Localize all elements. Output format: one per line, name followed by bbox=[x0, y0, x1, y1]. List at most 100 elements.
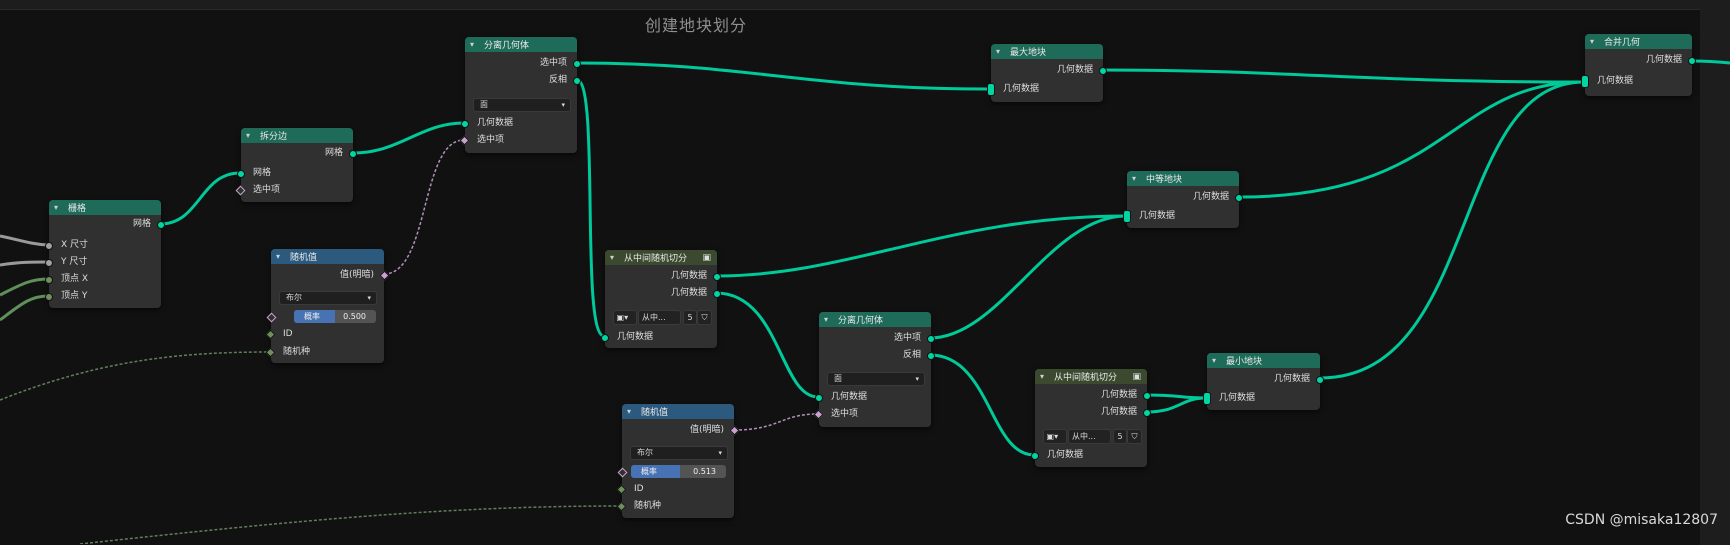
fake-user-shield-icon[interactable]: ⛉ bbox=[697, 310, 712, 325]
fake-user-shield-icon[interactable]: ⛉ bbox=[1127, 429, 1142, 444]
node-group-icon: ▣ bbox=[702, 252, 711, 263]
random-value-node-header[interactable]: ▾ 随机值 bbox=[622, 404, 734, 419]
output-socket[interactable] bbox=[573, 60, 581, 68]
output-socket[interactable] bbox=[713, 273, 721, 281]
separate-geometry-node-header[interactable]: ▾ 分离几何体 bbox=[819, 312, 931, 327]
chevron-down-icon: ▾ bbox=[367, 294, 371, 302]
input-socket[interactable] bbox=[45, 242, 53, 250]
separate-geometry-node[interactable]: ▾ 分离几何体 选中项 反相 面 ▾ 几何数据 选中项 bbox=[813, 312, 935, 427]
probability-slider[interactable]: 概率 0.513 bbox=[631, 465, 726, 478]
wire-grid-vx bbox=[0, 277, 49, 297]
wire-split2-out2-to-min bbox=[1145, 396, 1207, 414]
node-title: 拆分边 bbox=[260, 132, 288, 142]
input-socket[interactable] bbox=[461, 120, 469, 128]
join-geometry-node[interactable]: ▾ 合并几何 几何数据 几何数据 bbox=[1581, 34, 1696, 96]
socket-row-output: 几何数据 bbox=[1127, 190, 1243, 204]
output-socket[interactable] bbox=[1143, 392, 1151, 400]
wire-grid-x bbox=[0, 234, 49, 247]
node-group-selector[interactable]: ▣▾ 从中... 5 ⛉ bbox=[1043, 429, 1143, 444]
collapse-chevron-icon[interactable]: ▾ bbox=[627, 407, 637, 416]
grid-node[interactable]: ▾ 栅格 网格 X 尺寸 Y 尺寸 顶点 X 顶点 Y bbox=[45, 200, 165, 308]
input-socket[interactable] bbox=[45, 259, 53, 267]
node-group-browse-icon[interactable]: ▣▾ bbox=[613, 310, 637, 325]
output-socket[interactable] bbox=[349, 150, 357, 158]
input-socket[interactable] bbox=[987, 83, 995, 96]
split-edges-node[interactable]: ▾ 拆分边 网格 网格 选中项 bbox=[235, 128, 357, 202]
random-value-node-header[interactable]: ▾ 随机值 bbox=[271, 249, 384, 264]
split-mid-node-header[interactable]: ▾ 从中间随机切分 ▣ bbox=[605, 250, 717, 265]
node-group-selector[interactable]: ▣▾ 从中... 5 ⛉ bbox=[613, 310, 713, 325]
output-socket[interactable] bbox=[157, 221, 165, 229]
mid-block-group-node[interactable]: ▾ 中等地块 几何数据 几何数据 bbox=[1123, 171, 1243, 228]
output-socket[interactable] bbox=[1099, 67, 1107, 75]
domain-dropdown[interactable]: 面 ▾ bbox=[827, 372, 925, 386]
split-edges-node-header[interactable]: ▾ 拆分边 bbox=[241, 128, 353, 143]
input-socket[interactable] bbox=[1203, 392, 1211, 405]
data-type-dropdown[interactable]: 布尔 ▾ bbox=[630, 446, 728, 460]
socket-row-input: 几何数据 bbox=[815, 390, 931, 404]
collapse-chevron-icon[interactable]: ▾ bbox=[610, 253, 620, 262]
input-socket[interactable] bbox=[45, 276, 53, 284]
split-mid-node-header[interactable]: ▾ 从中间随机切分 ▣ bbox=[1035, 369, 1147, 384]
input-socket[interactable] bbox=[1031, 452, 1039, 460]
join-geometry-node-header[interactable]: ▾ 合并几何 bbox=[1585, 34, 1692, 49]
data-type-dropdown[interactable]: 布尔 ▾ bbox=[279, 291, 377, 305]
separate-geometry-node[interactable]: ▾ 分离几何体 选中项 反相 面 ▾ 几何数据 选中项 bbox=[459, 37, 581, 153]
separate-geometry-node-header[interactable]: ▾ 分离几何体 bbox=[465, 37, 577, 52]
socket-row-input: 顶点 Y bbox=[45, 289, 161, 303]
input-socket[interactable] bbox=[237, 170, 245, 178]
socket-row-output: 值(明暗) bbox=[271, 268, 390, 282]
socket-row-output: 几何数据 bbox=[991, 63, 1107, 77]
output-socket[interactable] bbox=[927, 335, 935, 343]
input-socket[interactable] bbox=[45, 293, 53, 301]
output-socket[interactable] bbox=[1143, 409, 1151, 417]
output-socket[interactable] bbox=[927, 352, 935, 360]
input-socket[interactable] bbox=[815, 394, 823, 402]
output-socket[interactable] bbox=[1688, 57, 1696, 65]
random-value-node[interactable]: ▾ 随机值 值(明暗) 布尔 ▾ 概率 0.500 ID 随机种 bbox=[265, 249, 390, 363]
probability-slider[interactable]: 概率 0.500 bbox=[294, 310, 376, 323]
node-group-name[interactable]: 从中... bbox=[638, 310, 681, 325]
socket-row-input: 几何数据 bbox=[987, 82, 1103, 96]
chevron-down-icon: ▾ bbox=[718, 449, 722, 457]
output-socket[interactable] bbox=[1316, 376, 1324, 384]
wire-sep1-sel-to-max bbox=[576, 61, 991, 91]
input-socket[interactable] bbox=[1581, 75, 1589, 88]
output-socket[interactable] bbox=[1235, 194, 1243, 202]
socket-row-output: 值(明暗) bbox=[622, 423, 740, 437]
node-editor-canvas[interactable]: 创建地块划分 ▾ 栅格 网格 X 尺寸 Y 尺寸 顶点 X 顶点 Y ▾ 拆分边… bbox=[0, 0, 1730, 545]
grid-node-header[interactable]: ▾ 栅格 bbox=[49, 200, 161, 215]
collapse-chevron-icon[interactable]: ▾ bbox=[824, 315, 834, 324]
collapse-chevron-icon[interactable]: ▾ bbox=[470, 40, 480, 49]
collapse-chevron-icon[interactable]: ▾ bbox=[54, 203, 64, 212]
collapse-chevron-icon[interactable]: ▾ bbox=[1132, 174, 1142, 183]
user-count: 5 bbox=[1113, 429, 1127, 444]
max-block-node-header[interactable]: ▾ 最大地块 bbox=[991, 44, 1103, 59]
output-socket[interactable] bbox=[713, 290, 721, 298]
collapse-chevron-icon[interactable]: ▾ bbox=[996, 47, 1006, 56]
input-socket[interactable] bbox=[1123, 210, 1131, 223]
collapse-chevron-icon[interactable]: ▾ bbox=[276, 252, 286, 261]
collapse-chevron-icon[interactable]: ▾ bbox=[1590, 37, 1600, 46]
node-group-browse-icon[interactable]: ▣▾ bbox=[1043, 429, 1067, 444]
socket-row-output: 几何数据 bbox=[1207, 372, 1324, 386]
min-block-node-header[interactable]: ▾ 最小地块 bbox=[1207, 353, 1320, 368]
socket-row-output: 几何数据 bbox=[605, 269, 721, 283]
collapse-chevron-icon[interactable]: ▾ bbox=[1212, 356, 1222, 365]
wire-random2-to-sep2-sel bbox=[733, 413, 819, 431]
max-block-group-node[interactable]: ▾ 最大地块 几何数据 几何数据 bbox=[987, 44, 1107, 102]
node-group-name[interactable]: 从中... bbox=[1068, 429, 1111, 444]
random-value-node[interactable]: ▾ 随机值 值(明暗) 布尔 ▾ 概率 0.513 ID 随机种 bbox=[616, 404, 740, 518]
socket-row-input: ID bbox=[616, 482, 734, 496]
split-mid-group-node[interactable]: ▾ 从中间随机切分 ▣ 几何数据 几何数据 ▣▾ 从中... 5 ⛉ 几何数据 bbox=[601, 250, 721, 348]
node-title: 分离几何体 bbox=[484, 41, 530, 51]
socket-row-output: 几何数据 bbox=[1585, 53, 1696, 67]
mid-block-node-header[interactable]: ▾ 中等地块 bbox=[1127, 171, 1239, 186]
split-mid-group-node[interactable]: ▾ 从中间随机切分 ▣ 几何数据 几何数据 ▣▾ 从中... 5 ⛉ 几何数据 bbox=[1031, 369, 1151, 467]
domain-dropdown[interactable]: 面 ▾ bbox=[473, 98, 571, 112]
output-socket[interactable] bbox=[573, 77, 581, 85]
collapse-chevron-icon[interactable]: ▾ bbox=[246, 131, 256, 140]
collapse-chevron-icon[interactable]: ▾ bbox=[1040, 372, 1050, 381]
input-socket[interactable] bbox=[601, 334, 609, 342]
min-block-group-node[interactable]: ▾ 最小地块 几何数据 几何数据 bbox=[1203, 353, 1324, 410]
